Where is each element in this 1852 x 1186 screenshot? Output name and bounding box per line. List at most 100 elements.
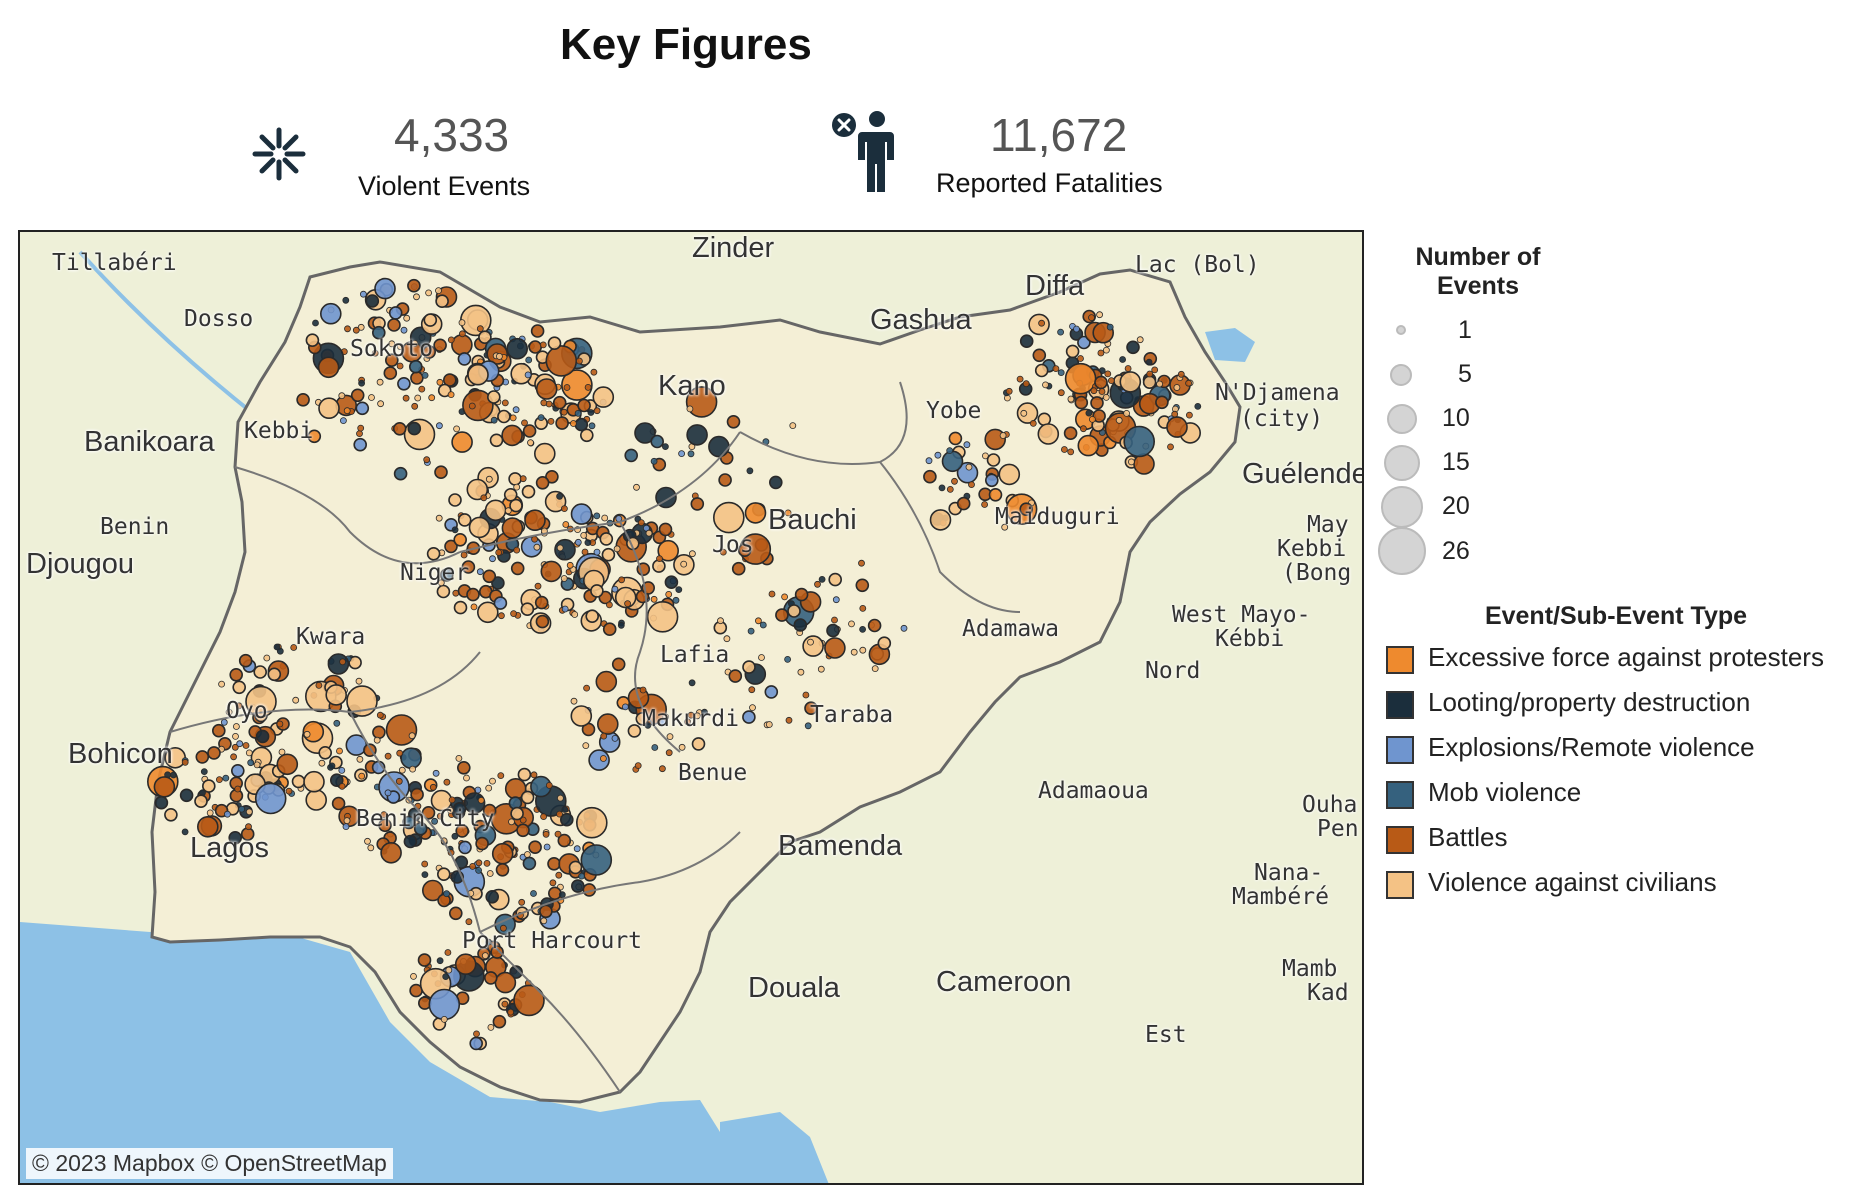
event-marker [556,492,563,500]
map-label-niger: Niger [400,560,470,586]
event-marker [850,648,858,656]
event-marker [318,745,333,760]
event-marker [802,691,810,699]
map-label-guelende: Guélende [1242,458,1364,490]
event-marker [584,539,592,547]
event-marker [561,605,569,613]
event-marker [611,734,619,742]
size-circle [1396,325,1406,335]
event-marker [448,493,462,507]
event-marker [519,475,527,483]
event-marker [855,578,870,593]
size-legend-title: Number of Events [1415,243,1541,300]
map-label-bamenda: Bamenda [778,830,903,862]
event-marker [524,509,546,532]
event-marker [409,765,417,773]
event-marker [1090,396,1104,410]
map-label-city: (city) [1240,406,1324,432]
event-marker [758,654,765,661]
event-marker [533,543,541,551]
type-legend-item-battles[interactable]: Battles [1386,822,1846,862]
map-label-benin: Benin [100,514,170,540]
size-circle [1384,445,1420,481]
event-marker [871,665,879,673]
event-marker [948,431,963,446]
event-marker [232,723,240,730]
event-marker [981,501,988,508]
event-marker [963,441,971,449]
event-marker [1067,395,1075,403]
event-marker [574,409,582,417]
event-marker [746,467,754,475]
event-marker [817,665,825,673]
event-marker [570,697,578,705]
event-marker [1065,344,1080,359]
event-marker [358,379,366,387]
map-label-banikoara: Banikoara [84,426,215,458]
event-marker [333,719,341,727]
event-marker [355,401,370,416]
event-marker [540,399,548,407]
event-marker [1123,409,1130,417]
event-marker [457,352,472,366]
event-marker [513,546,521,554]
event-marker [574,538,582,546]
event-marker [418,385,426,393]
event-marker [445,966,453,974]
type-legend-item-violence-civilians[interactable]: Violence against civilians [1386,867,1846,907]
event-marker [585,609,600,624]
event-marker [595,670,618,693]
event-marker [429,783,437,791]
map-label-mambere: Mambéré [1232,884,1329,910]
event-marker [561,505,568,513]
event-marker [539,341,547,349]
event-marker [470,603,478,611]
event-marker [1123,425,1155,458]
event-marker [356,755,364,763]
event-marker [678,450,685,458]
event-marker [530,890,537,897]
event-marker [571,611,579,618]
event-marker [453,425,461,433]
event-marker [234,785,242,793]
map-label-oyo: Oyo [226,698,268,724]
map-label-djougou: Djougou [26,548,135,580]
event-marker [723,635,731,643]
event-marker [497,772,505,779]
event-map[interactable]: Tillabéri Zinder Lac (Bol) Diffa Dosso G… [18,230,1364,1185]
type-legend-item-explosions[interactable]: Explosions/Remote violence [1386,732,1846,772]
event-marker [207,746,221,760]
event-marker [195,750,210,764]
event-marker [637,519,645,527]
event-marker [513,984,545,1017]
event-marker [988,487,1003,502]
event-marker [768,475,783,490]
event-marker [292,696,300,704]
fatalities-value: 11,672 [990,109,1128,161]
event-marker [680,560,688,568]
event-marker [658,522,673,537]
event-marker [633,483,640,491]
event-marker [593,512,601,520]
event-marker [170,771,177,779]
event-marker [659,765,666,773]
event-marker [592,386,615,408]
event-marker [596,713,619,735]
event-marker [517,767,532,782]
event-marker [483,971,498,985]
event-marker [276,753,299,776]
event-marker [929,509,952,531]
type-legend-item-looting[interactable]: Looting/property destruction [1386,687,1846,727]
event-marker [339,417,347,425]
event-marker [247,759,255,767]
size-circle [1381,486,1423,528]
event-marker [407,278,421,293]
event-marker [1057,389,1065,397]
event-marker [494,971,517,994]
type-legend-item-mob-violence[interactable]: Mob violence [1386,777,1846,817]
event-marker [521,484,536,499]
type-legend-item-excessive-force[interactable]: Excessive force against protesters [1386,642,1846,682]
event-marker [451,431,473,453]
event-marker [1067,448,1075,456]
map-attribution[interactable]: © 2023 Mapbox © OpenStreetMap [26,1148,393,1179]
